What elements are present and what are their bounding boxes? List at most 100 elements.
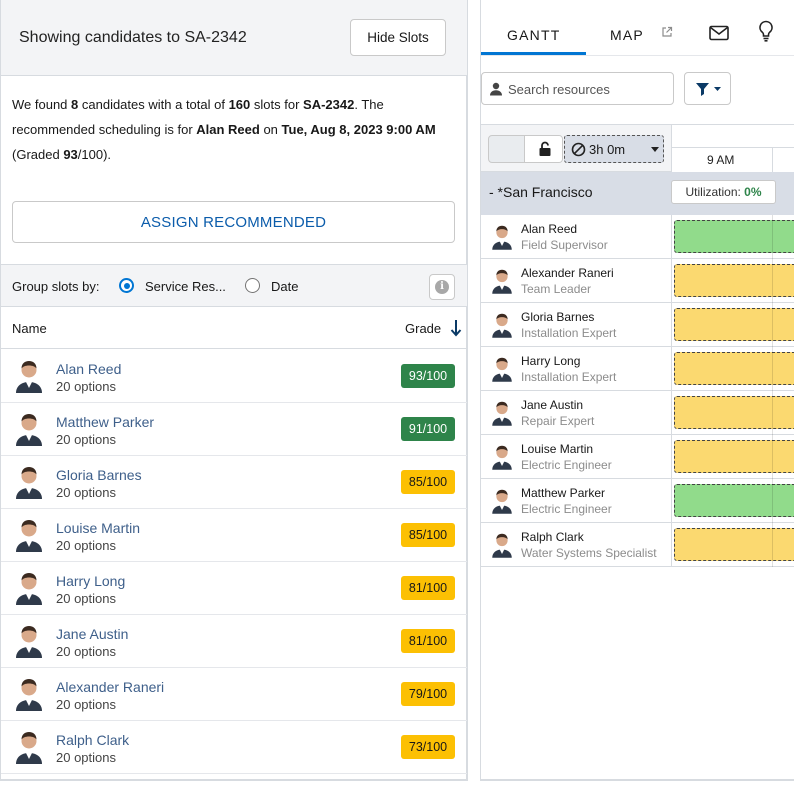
hide-slots-button[interactable]: Hide Slots [350,19,446,56]
group-by-resource-radio[interactable] [119,278,134,293]
list-item[interactable]: Alan Reed 20 options 93/100 [1,350,467,403]
resource-row[interactable]: Jane Austin Repair Expert [481,391,794,435]
timeline-divider [772,259,773,303]
candidate-name[interactable]: Alan Reed [56,361,121,377]
resource-role: Installation Expert [521,370,617,384]
resource-name[interactable]: Gloria Barnes [521,310,594,324]
slot-bar[interactable] [674,308,794,341]
recommended-grade: 93 [63,147,78,162]
filter-button[interactable] [684,72,731,105]
slot-bar[interactable] [674,396,794,429]
resource-role: Field Supervisor [521,238,608,252]
person-icon [490,82,502,96]
candidates-summary: We found 8 candidates with a total of 16… [12,92,452,167]
tab-map[interactable]: MAP [610,27,644,43]
candidate-name[interactable]: Gloria Barnes [56,467,142,483]
candidate-name[interactable]: Matthew Parker [56,414,154,430]
group-by-resource-label[interactable]: Service Res... [145,279,226,294]
territory-name[interactable]: - *San Francisco [489,184,592,200]
summary-text: /100). [77,147,112,162]
list-item[interactable]: Gloria Barnes 20 options 85/100 [1,456,467,509]
candidates-list-header: Name Grade [1,307,467,349]
sort-descending-icon[interactable] [450,319,462,337]
gantt-toolbar: 3h 0m 9 AM [481,124,794,173]
grade-badge: 85/100 [401,523,455,547]
resource-name[interactable]: Harry Long [521,354,580,368]
resource-name[interactable]: Alan Reed [521,222,577,236]
resource-role: Electric Engineer [521,502,612,516]
resource-row[interactable]: Louise Martin Electric Engineer [481,435,794,479]
candidate-name[interactable]: Alexander Raneri [56,679,164,695]
candidate-options: 20 options [56,591,116,606]
list-item[interactable]: Louise Martin 20 options 85/100 [1,509,467,562]
candidate-name[interactable]: Jane Austin [56,626,128,642]
resource-row[interactable]: Gloria Barnes Installation Expert [481,303,794,347]
candidate-name[interactable]: Ralph Clark [56,732,129,748]
resource-row[interactable]: Alan Reed Field Supervisor [481,215,794,259]
resource-row[interactable]: Harry Long Installation Expert [481,347,794,391]
candidate-options: 20 options [56,750,116,765]
group-by-date-radio[interactable] [245,278,260,293]
slot-bar[interactable] [674,484,794,517]
resource-name[interactable]: Matthew Parker [521,486,605,500]
slot-bar[interactable] [674,220,794,253]
lightbulb-icon[interactable] [758,20,774,42]
timeline-divider [772,479,773,523]
summary-text: (Graded [12,147,64,162]
candidate-name[interactable]: Louise Martin [56,520,140,536]
resource-row[interactable]: Alexander Raneri Team Leader [481,259,794,303]
duration-value: 3h 0m [589,142,626,157]
candidate-options: 20 options [56,485,116,500]
tab-gantt[interactable]: GANTT [507,27,560,43]
slot-bar[interactable] [674,528,794,561]
time-label: 9 AM [707,153,735,167]
external-link-icon[interactable] [661,26,673,38]
group-by-date-label[interactable]: Date [271,279,298,294]
avatar [490,443,514,471]
candidate-options: 20 options [56,379,116,394]
avatar [13,412,45,446]
info-icon: i [435,280,449,294]
resource-name[interactable]: Louise Martin [521,442,593,456]
territory-row[interactable]: - *San Francisco Utilization: 0% [481,172,794,215]
utilization-label: Utilization: [685,185,745,199]
resource-timeline [671,479,794,523]
duration-dropdown[interactable]: 3h 0m [564,135,664,163]
mail-icon[interactable] [709,25,729,41]
slot-bar[interactable] [674,264,794,297]
resource-name[interactable]: Ralph Clark [521,530,584,544]
avatar [490,355,514,383]
candidate-name[interactable]: Harry Long [56,573,125,589]
list-item[interactable]: Harry Long 20 options 81/100 [1,562,467,615]
slot-bar[interactable] [674,352,794,385]
grade-column-header[interactable]: Grade [405,321,441,336]
candidates-header: Showing candidates to SA-2342 Hide Slots [1,0,467,76]
grade-badge: 79/100 [401,682,455,706]
appointment-id: SA-2342 [303,97,355,112]
candidate-options: 20 options [56,538,116,553]
resource-name[interactable]: Jane Austin [521,398,583,412]
timeline-divider [772,523,773,567]
list-item[interactable]: Ralph Clark 20 options 73/100 [1,721,467,774]
search-resources-box[interactable] [481,72,674,105]
list-item[interactable]: Matthew Parker 20 options 91/100 [1,403,467,456]
resource-timeline [671,215,794,259]
name-column-header[interactable]: Name [12,321,47,336]
assign-recommended-button[interactable]: ASSIGN RECOMMENDED [12,201,455,243]
summary-text: slots for [250,97,304,112]
info-button[interactable]: i [429,274,455,300]
view-toggle[interactable] [488,135,563,163]
timeline-header: 9 AM [671,125,794,173]
slot-bar[interactable] [674,440,794,473]
list-item[interactable]: Alexander Raneri 20 options 79/100 [1,668,467,721]
resource-timeline [671,435,794,479]
search-resources-input[interactable] [508,80,668,98]
avatar [490,487,514,515]
resource-role: Installation Expert [521,326,617,340]
list-item[interactable]: Jane Austin 20 options 81/100 [1,615,467,668]
resource-row[interactable]: Matthew Parker Electric Engineer [481,479,794,523]
summary-text: We found [12,97,72,112]
resource-row[interactable]: Ralph Clark Water Systems Specialist [481,523,794,567]
avatar [13,624,45,658]
resource-name[interactable]: Alexander Raneri [521,266,614,280]
